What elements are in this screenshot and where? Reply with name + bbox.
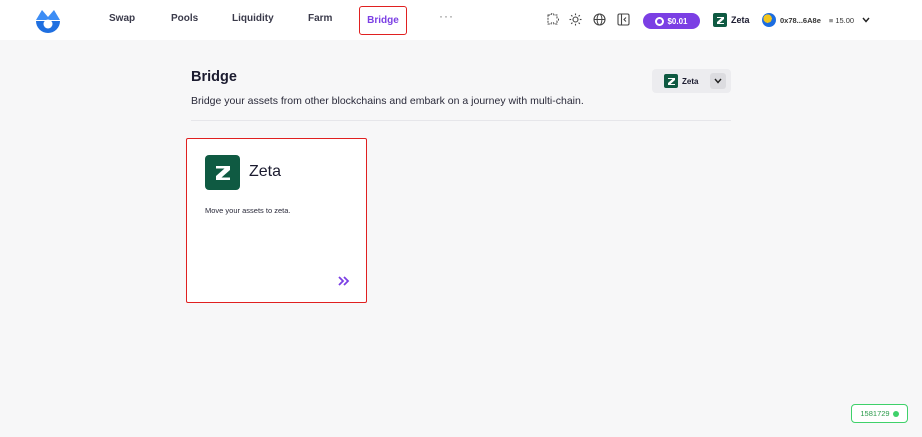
card-description: Move your assets to zeta. (205, 206, 291, 215)
nav-pools[interactable]: Pools (171, 13, 198, 24)
top-navbar: Swap Pools Liquidity Farm Bridge ··· $0.… (0, 0, 922, 40)
app-logo-icon[interactable] (34, 8, 62, 34)
nav-bridge[interactable]: Bridge (359, 6, 407, 35)
page-subtitle: Bridge your assets from other blockchain… (191, 95, 584, 107)
account-button[interactable]: 0x78...6A8e ≡ 15.00 (762, 13, 870, 27)
nav-liquidity[interactable]: Liquidity (232, 13, 274, 24)
status-dot-icon (892, 410, 899, 417)
divider (191, 120, 731, 121)
double-chevron-right-icon[interactable] (337, 275, 351, 287)
more-menu-icon[interactable]: ··· (439, 9, 454, 23)
chevron-down-icon (862, 17, 870, 23)
account-balance: ≡ 15.00 (828, 15, 855, 25)
zeta-logo-icon (205, 155, 240, 190)
token-price-button[interactable]: $0.01 (643, 13, 700, 29)
token-icon (655, 16, 665, 26)
network-select-value: Zeta (682, 76, 699, 86)
chain-name: Zeta (731, 15, 750, 25)
page-title: Bridge (191, 69, 237, 85)
account-address: 0x78...6A8e (780, 15, 821, 25)
puzzle-icon[interactable] (546, 13, 559, 26)
block-number: 1581729 (860, 409, 890, 418)
bridge-card-zeta[interactable]: Zeta Move your assets to zeta. (186, 138, 367, 303)
nav-farm[interactable]: Farm (308, 13, 332, 24)
token-price: $0.01 (667, 16, 688, 26)
nav-swap[interactable]: Swap (109, 13, 135, 24)
zeta-logo-icon (664, 74, 678, 88)
block-number-badge: 1581729 (851, 404, 908, 423)
network-select[interactable]: Zeta (652, 69, 731, 93)
chevron-down-icon[interactable] (710, 73, 726, 89)
globe-icon[interactable] (593, 13, 606, 26)
card-title: Zeta (249, 163, 282, 180)
avatar (762, 13, 776, 27)
sidebar-panel-icon[interactable] (617, 13, 630, 26)
theme-sun-icon[interactable] (569, 13, 582, 26)
zeta-logo-icon (713, 13, 727, 27)
chain-selector[interactable]: Zeta (713, 13, 750, 27)
